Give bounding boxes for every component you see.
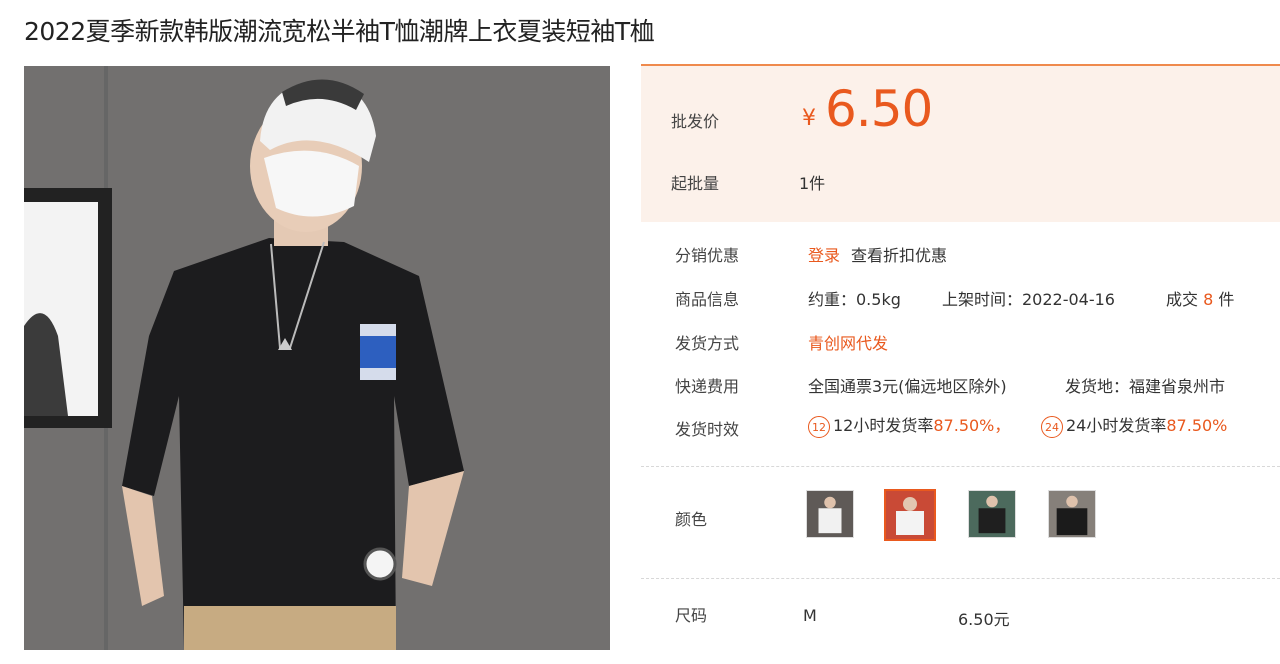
price-label: 批发价: [671, 112, 720, 131]
color-swatch-white[interactable]: [806, 490, 854, 538]
moq-value: 1件: [799, 174, 826, 193]
weight-value: 约重：0.5kg: [808, 290, 901, 309]
ship-from-value: 发货地：福建省泉州市: [1065, 377, 1226, 396]
divider: [641, 578, 1280, 579]
color-swatch-black-oversized[interactable]: [1048, 490, 1096, 538]
currency-symbol: ¥: [802, 106, 816, 131]
rate-24h: 24 24小时发货率87.50%: [1041, 412, 1227, 438]
delivery-time-label: 发货时效: [675, 420, 740, 439]
rate-24h-text: 24小时发货率: [1066, 416, 1167, 435]
discount-label: 分销优惠: [675, 246, 740, 265]
price-box: 批发价 ¥ 6.50 起批量 1件: [641, 64, 1280, 222]
rate-12h-value: 87.50%，: [933, 416, 1011, 435]
product-info-panel: 批发价 ¥ 6.50 起批量 1件 分销优惠 登录 查看折扣优惠 商品信息 约重…: [641, 64, 1280, 662]
moq-label: 起批量: [671, 174, 720, 193]
size-label: 尺码: [675, 606, 708, 625]
login-link[interactable]: 登录: [808, 242, 840, 266]
product-main-image[interactable]: [24, 66, 610, 650]
color-swatch-red[interactable]: [884, 489, 936, 541]
size-option[interactable]: M: [803, 606, 817, 625]
rate-24h-value: 87.50%: [1166, 416, 1228, 435]
wholesale-price: 6.50: [825, 80, 933, 138]
clock-12-icon: 12: [808, 415, 830, 438]
shipping-method-label: 发货方式: [675, 334, 740, 353]
color-label: 颜色: [675, 510, 708, 529]
product-details: 分销优惠 登录 查看折扣优惠 商品信息 约重：0.5kg 上架时间：2022-0…: [641, 222, 1280, 662]
info-label: 商品信息: [675, 290, 740, 309]
deals-count: 成交 8 件: [1166, 286, 1234, 310]
listed-date: 上架时间：2022-04-16: [942, 290, 1115, 309]
product-title: 2022夏季新款韩版潮流宽松半袖T恤潮牌上衣夏装短袖T桖: [24, 17, 655, 46]
color-swatch-black[interactable]: [968, 490, 1016, 538]
shipping-fee-value: 全国通票3元(偏远地区除外): [808, 377, 1007, 396]
deals-prefix: 成交: [1166, 290, 1199, 309]
deals-suffix: 件: [1218, 290, 1235, 309]
rate-12h-text: 12小时发货率: [833, 416, 934, 435]
clock-24-icon: 24: [1041, 415, 1063, 438]
divider: [641, 466, 1280, 467]
rate-12h: 12 12小时发货率87.50%，: [808, 412, 1010, 438]
size-price: 6.50元: [958, 610, 1010, 629]
shipping-fee-label: 快递费用: [675, 377, 740, 396]
shipping-method-value[interactable]: 青创网代发: [808, 330, 888, 354]
deals-number: 8: [1203, 290, 1214, 309]
view-discount-link[interactable]: 查看折扣优惠: [851, 242, 947, 266]
